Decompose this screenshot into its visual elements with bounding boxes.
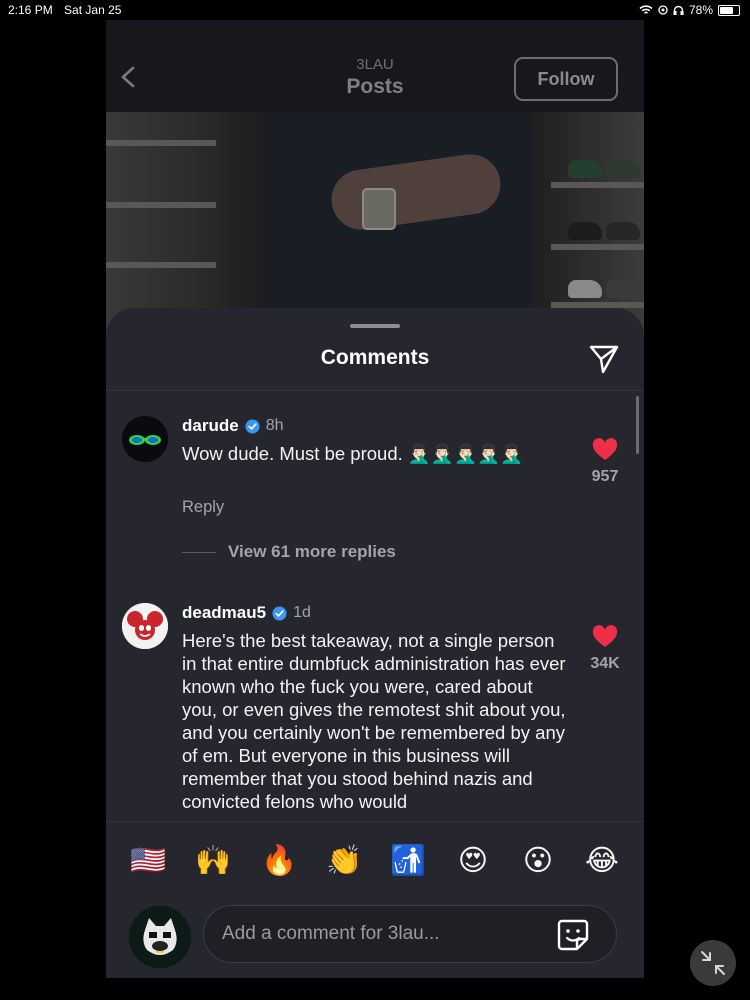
collapse-arrows-icon	[701, 951, 725, 975]
raising-hands-emoji-button[interactable]: 🙌	[195, 842, 231, 878]
app-window: 3LAU Posts Follow Comments darude 8h Wow…	[106, 20, 644, 978]
clapping-emoji-button[interactable]: 👏	[326, 842, 362, 878]
location-icon	[658, 5, 668, 15]
verified-badge-icon	[272, 605, 287, 621]
comment-username[interactable]: deadmau5	[182, 603, 266, 623]
sticker-icon[interactable]	[556, 918, 590, 952]
heart-icon[interactable]	[592, 438, 618, 462]
laughing-emoji-button[interactable]: 😂	[584, 842, 620, 878]
battery-icon	[718, 4, 740, 16]
litter-emoji-button[interactable]: 🚮	[390, 842, 426, 878]
emoji-reaction-bar: 🇺🇸 🙌 🔥 👏 🚮 😍 😮 😂	[106, 821, 644, 892]
wifi-icon	[639, 5, 653, 14]
comment-input-placeholder: Add a comment for 3lau...	[222, 923, 440, 944]
share-icon[interactable]	[588, 343, 620, 375]
comments-sheet: Comments darude 8h Wow dude. Must be pro…	[106, 308, 644, 978]
header: 3LAU Posts Follow	[106, 20, 644, 112]
fire-emoji-button[interactable]: 🔥	[261, 842, 297, 878]
view-more-replies-label[interactable]: View 61 more replies	[228, 542, 396, 562]
verified-badge-icon	[245, 418, 260, 434]
replies-line	[182, 551, 216, 553]
battery-percent: 78%	[688, 3, 713, 17]
avatar[interactable]	[122, 603, 168, 649]
like-count: 957	[591, 468, 619, 485]
status-date: Sat Jan 25	[64, 3, 122, 17]
comment-time: 1d	[293, 604, 311, 621]
comment-time: 8h	[265, 417, 284, 434]
my-avatar[interactable]	[128, 905, 192, 969]
view-more-replies[interactable]: View 61 more replies	[182, 542, 396, 562]
comment-text: Here's the best takeaway, not a single p…	[182, 630, 566, 812]
flag-emoji-button[interactable]: 🇺🇸	[130, 842, 166, 878]
follow-button[interactable]: Follow	[514, 57, 618, 101]
status-time: 2:16 PM	[8, 3, 53, 17]
divider	[106, 390, 644, 391]
comment-input[interactable]: Add a comment for 3lau...	[203, 905, 617, 963]
comment-username[interactable]: darude	[182, 416, 239, 436]
reply-button[interactable]: Reply	[182, 498, 224, 517]
avatar[interactable]	[122, 416, 168, 462]
minimize-button[interactable]	[690, 940, 736, 986]
headphones-icon	[673, 5, 684, 15]
comment-composer: Add a comment for 3lau...	[106, 891, 644, 978]
sheet-handle[interactable]	[350, 324, 400, 328]
comments-title: Comments	[320, 346, 430, 369]
scrollbar[interactable]	[636, 396, 639, 454]
surprised-emoji-button[interactable]: 😮	[520, 842, 556, 878]
heart-eyes-emoji-button[interactable]: 😍	[455, 842, 491, 878]
like-count: 34K	[590, 655, 620, 672]
heart-icon[interactable]	[592, 625, 618, 649]
comment-text: Wow dude. Must be proud. 🤦🏻‍♂️🤦🏻‍♂️🤦🏻‍♂️…	[182, 443, 524, 464]
status-bar: 2:16 PM Sat Jan 25 78%	[0, 0, 750, 20]
